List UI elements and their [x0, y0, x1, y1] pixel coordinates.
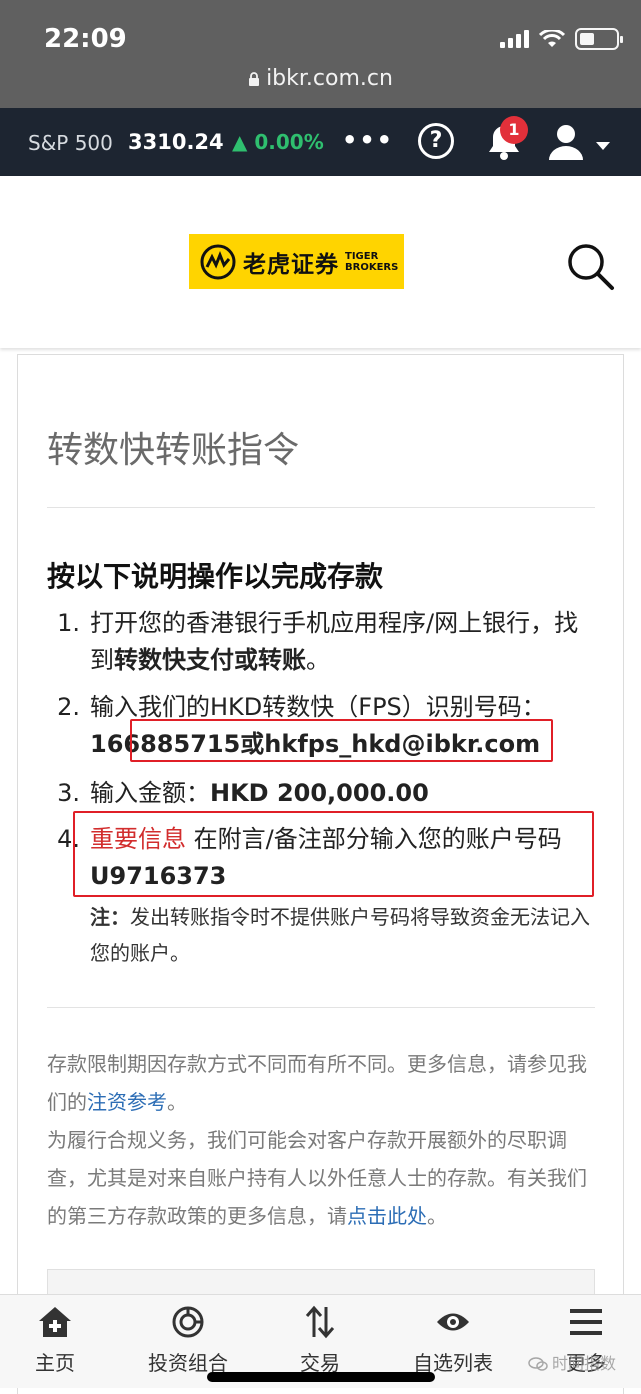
step-number: 3.	[57, 779, 80, 807]
step-text: 打开您的香港银行手机应用程序/网上银行，找到转数快支付或转账。	[90, 605, 580, 679]
step-text-part: 输入金额：	[90, 779, 210, 807]
nav-portfolio[interactable]: 投资组合	[133, 1305, 243, 1376]
fps-transfer-card: 转数快转账指令 按以下说明操作以完成存款 1. 打开您的香港银行手机应用程序/网…	[17, 354, 624, 1394]
logo-english-text: TIGER BROKERS	[345, 251, 398, 273]
watchlist-icon	[437, 1313, 469, 1331]
notification-badge: 1	[500, 116, 528, 144]
tiger-brokers-logo[interactable]: 老虎证券 TIGER BROKERS	[189, 234, 404, 289]
ticker-change: ▲ 0.00%	[232, 130, 324, 154]
instructions-heading: 按以下说明操作以完成存款	[47, 560, 384, 593]
para-end: 。	[167, 1090, 187, 1114]
brand-header: 老虎证券 TIGER BROKERS	[0, 176, 641, 348]
portfolio-icon	[172, 1306, 204, 1338]
watermark: 时间指数	[528, 1350, 616, 1374]
chevron-down-icon[interactable]	[596, 142, 610, 150]
step-text: 输入金额：HKD 200,000.00	[90, 775, 580, 812]
logo-en-line2: BROKERS	[345, 261, 399, 273]
wifi-icon	[539, 30, 565, 47]
transfer-note: 注：发出转账指令时不提供账户号码将导致资金无法记入您的账户。	[90, 899, 590, 971]
watermark-text: 时间指数	[552, 1354, 617, 1373]
ticker-name: S&P 500	[28, 131, 113, 155]
more-options-button[interactable]: •••	[342, 126, 394, 154]
nav-label: 主页	[35, 1351, 75, 1375]
user-profile-icon[interactable]	[546, 122, 586, 162]
ticker-price: 3310.24	[128, 130, 224, 154]
para-end: 。	[427, 1204, 447, 1228]
help-button[interactable]: ?	[418, 123, 454, 159]
trade-icon	[305, 1305, 335, 1339]
compliance-paragraph: 为履行合规义务，我们可能会对客户存款开展额外的尽职调查，尤其是对来自账户持有人以…	[47, 1121, 595, 1235]
logo-chinese-text: 老虎证券	[243, 251, 339, 278]
lock-icon	[249, 72, 260, 86]
ticker-change-value: 0.00%	[254, 130, 324, 154]
nav-home[interactable]: 主页	[0, 1305, 110, 1376]
note-label: 注：	[90, 905, 130, 929]
page-title: 转数快转账指令	[47, 430, 300, 471]
divider	[47, 1007, 595, 1008]
step-text-bold: 转数快支付或转账	[114, 646, 306, 674]
ios-status-bar: 22:09 ibkr.com.cn	[0, 0, 641, 108]
important-info-highlight-box	[73, 811, 594, 897]
step-text-part: 输入我们的HKD转数快（FPS）识别号码：	[90, 693, 546, 721]
menu-icon	[570, 1309, 602, 1335]
url-text: ibkr.com.cn	[266, 66, 393, 91]
note-text: 发出转账指令时不提供账户号码将导致资金无法记入您的账户。	[90, 905, 590, 965]
home-indicator	[207, 1372, 435, 1382]
logo-en-line1: TIGER	[345, 250, 379, 262]
step-text-end: 。	[306, 646, 330, 674]
address-bar[interactable]: ibkr.com.cn	[0, 66, 641, 91]
fps-id-highlight-box	[130, 719, 553, 762]
home-icon	[39, 1307, 71, 1337]
search-icon[interactable]	[564, 240, 616, 292]
battery-icon	[575, 28, 623, 50]
step-number: 1.	[57, 609, 80, 637]
deposit-amount: HKD 200,000.00	[210, 779, 429, 807]
third-party-policy-link[interactable]: 点击此处	[347, 1204, 427, 1228]
para-text: 为履行合规义务，我们可能会对客户存款开展额外的尽职调查，尤其是对来自账户持有人以…	[47, 1128, 587, 1228]
deposit-limit-paragraph: 存款限制期因存款方式不同而有所不同。更多信息，请参见我们的注资参考。	[47, 1045, 595, 1121]
nav-watchlist[interactable]: 自选列表	[398, 1305, 508, 1376]
status-time: 22:09	[44, 24, 127, 54]
step-number: 2.	[57, 693, 80, 721]
funding-reference-link[interactable]: 注资参考	[87, 1090, 167, 1114]
market-ticker-bar: S&P 500 3310.24 ▲ 0.00% ••• ?	[0, 108, 641, 176]
divider	[47, 507, 595, 508]
nav-trade[interactable]: 交易	[265, 1305, 375, 1376]
tiger-logo-icon	[200, 244, 236, 279]
wechat-icon	[528, 1357, 548, 1371]
status-icons	[500, 28, 623, 50]
signal-icon	[500, 30, 529, 48]
